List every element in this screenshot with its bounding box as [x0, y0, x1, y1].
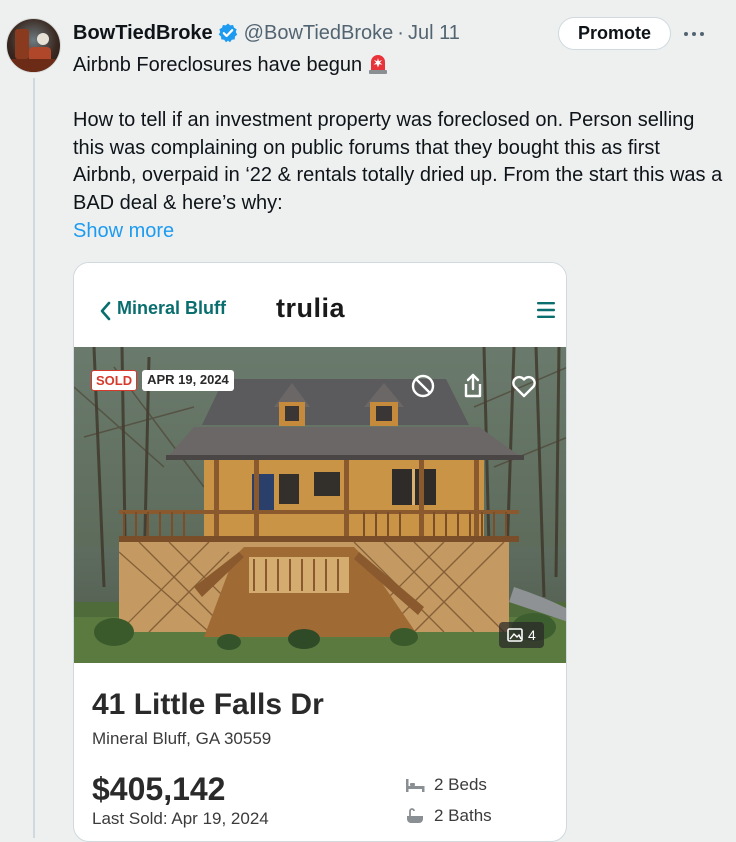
- photo-count: 4: [528, 627, 536, 643]
- listing-city: Mineral Bluff, GA 30559: [92, 729, 272, 748]
- baths-feature: 2 Baths: [404, 806, 492, 826]
- siren-icon: [369, 55, 388, 74]
- tweet-date[interactable]: Jul 11: [408, 22, 460, 45]
- tweet[interactable]: BowTiedBroke @BowTiedBroke · Jul 11 Prom…: [0, 0, 736, 842]
- trulia-logo: trulia: [276, 293, 346, 323]
- heart-icon[interactable]: [509, 371, 539, 401]
- photo-count-badge[interactable]: 4: [499, 622, 544, 648]
- thread-line: [33, 78, 35, 838]
- beds-feature: 2 Beds: [404, 775, 487, 795]
- avatar[interactable]: [6, 18, 61, 73]
- show-more-link[interactable]: Show more: [73, 218, 174, 245]
- listing-photo[interactable]: SOLD APR 19, 2024 4: [74, 347, 566, 663]
- bed-icon: [406, 779, 425, 792]
- gallery-icon: [507, 628, 523, 642]
- menu-icon[interactable]: [536, 301, 556, 319]
- trulia-nav: Mineral Bluff trulia: [74, 263, 566, 347]
- sold-date-badge: APR 19, 2024: [142, 370, 234, 391]
- tweet-body: How to tell if an investment property wa…: [73, 109, 723, 214]
- bath-icon: [407, 808, 423, 823]
- listing-address: 41 Little Falls Dr: [92, 688, 324, 721]
- more-icon[interactable]: [684, 28, 708, 40]
- separator-dot: ·: [397, 21, 404, 44]
- media-card[interactable]: Mineral Bluff trulia SOLD APR 19, 2024 4…: [73, 262, 567, 842]
- listing-price: $405,142: [92, 771, 226, 807]
- promote-button[interactable]: Promote: [558, 17, 671, 50]
- nav-back-label[interactable]: Mineral Bluff: [117, 298, 226, 319]
- author-handle[interactable]: @BowTiedBroke: [244, 22, 394, 45]
- listing-last-sold: Last Sold: Apr 19, 2024: [92, 809, 269, 828]
- sold-badges: SOLD APR 19, 2024: [91, 370, 234, 391]
- hide-icon[interactable]: [408, 371, 438, 401]
- verified-badge-icon: [218, 23, 237, 43]
- share-icon[interactable]: [458, 371, 488, 401]
- tweet-headline: Airbnb Foreclosures have begun: [73, 54, 363, 76]
- baths-label: 2 Baths: [434, 806, 492, 825]
- sold-badge: SOLD: [91, 370, 138, 391]
- tweet-header: BowTiedBroke @BowTiedBroke · Jul 11: [73, 20, 460, 46]
- house-image: [74, 347, 566, 663]
- tweet-text: Airbnb Foreclosures have begun How to te…: [73, 52, 723, 217]
- author-name[interactable]: BowTiedBroke: [73, 22, 213, 45]
- beds-label: 2 Beds: [434, 775, 487, 794]
- back-chevron-icon[interactable]: [98, 300, 112, 322]
